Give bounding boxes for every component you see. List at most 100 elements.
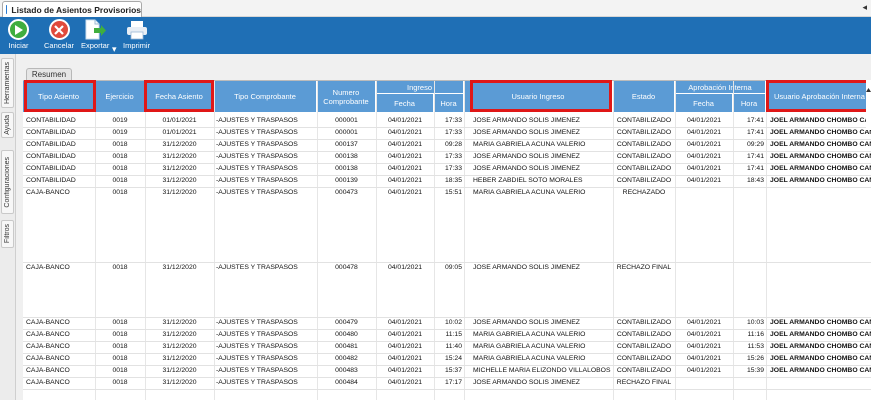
cell-usuario-ingreso: MARIA GABRIELA ACUNA VALERIO [473,343,586,350]
cell-fecha-asiento: 31/12/2020 [162,319,197,326]
row-divider [23,389,871,390]
cell-aprobacion-hora: 15:39 [746,367,764,374]
cell-aprobacion-fecha: 04/01/2021 [686,331,722,338]
tab-scroll-left-icon[interactable]: ◂ [862,2,867,13]
cell-usuario-aprobacion: JOEL ARMANDO CHOMBO CAN [770,355,871,362]
cell-tipo-comprobante: -AJUSTES Y TRASPASOS [216,129,298,136]
header-tipo-comprobante[interactable]: Tipo Comprobante [214,81,317,113]
printer-icon [125,19,149,40]
cell-estado: CONTABILIZADO [616,343,672,350]
header-aprobacion-fecha[interactable]: Fecha [675,94,733,113]
cell-tipo-comprobante: -AJUSTES Y TRASPASOS [216,331,298,338]
tab-help[interactable]: Ayuda [1,112,14,138]
cell-aprobacion-fecha: 04/01/2021 [686,319,722,326]
cell-estado: RECHAZADO [622,189,666,196]
cell-ejercicio: 0019 [112,117,128,124]
print-button[interactable]: Imprimir [123,19,150,50]
tab-summary[interactable]: Resumen [26,68,72,80]
toolbar: Iniciar Cancelar Exportar ▾ Imprimir [0,17,871,54]
table-row[interactable]: CAJA-BANCO 0018 31/12/2020 -AJUSTES Y TRASP… [23,341,871,353]
header-tipo-asiento[interactable]: Tipo Asiento [23,81,95,113]
cell-aprobacion-hora: 11:16 [747,331,764,338]
cell-estado: CONTABILIZADO [616,153,672,160]
cell-usuario-ingreso: MARIA GABRIELA ACUNA VALERIO [473,355,586,362]
cell-tipo-asiento: CONTABILIDAD [26,141,76,148]
table-row[interactable]: CAJA-BANCO 0018 31/12/2020 -AJUSTES Y TRASP… [23,262,871,317]
table-row[interactable]: CONTABILIDAD 0019 01/01/2021 -AJUSTES Y TRA… [23,115,871,127]
header-ingreso-hora[interactable]: Hora [434,94,464,113]
tab-filters[interactable]: Filtros [1,220,14,248]
cell-numero-comprobante: 000473 [335,189,358,196]
cell-ejercicio: 0018 [112,355,128,362]
cell-estado: CONTABILIZADO [616,367,672,374]
cell-fecha-asiento: 31/12/2020 [162,153,197,160]
cell-fecha-asiento: 31/12/2020 [162,189,197,196]
cell-ingreso-fecha: 04/01/2021 [387,379,423,386]
cell-ingreso-fecha: 04/01/2021 [387,129,423,136]
header-numero-comprobante[interactable]: Numero Comprobante [317,81,376,113]
header-usuario-ingreso[interactable]: Usuario Ingreso [464,81,613,113]
cell-aprobacion-hora [733,187,764,199]
cell-ejercicio: 0018 [112,343,128,350]
cell-usuario-aprobacion: JOEL ARMANDO CHOMBO CAN [770,343,871,350]
cell-tipo-asiento: CONTABILIDAD [26,117,76,124]
header-ingreso-fecha[interactable]: Fecha [376,94,434,113]
print-button-label: Imprimir [123,41,151,50]
table-row[interactable]: CONTABILIDAD 0019 01/01/2021 -AJUSTES Y TRA… [23,127,871,139]
table-row[interactable]: CONTABILIDAD 0018 31/12/2020 -AJUSTES Y TRA… [23,163,871,175]
cell-estado: CONTABILIZADO [616,355,672,362]
document-tab-label: Listado de Asientos Provisorios [11,4,141,15]
cell-ejercicio: 0018 [112,177,128,184]
tab-tools[interactable]: Herramientas [1,58,14,108]
tab-settings[interactable]: Configuraciones [1,150,14,214]
table-row[interactable]: CAJA-BANCO 0018 31/12/2020 -AJUSTES Y TRASP… [23,365,871,377]
cell-fecha-asiento: 31/12/2020 [162,343,197,350]
header-estado[interactable]: Estado [613,81,675,113]
header-ejercicio[interactable]: Ejercicio [95,81,145,113]
cell-usuario-aprobacion: JOEL ARMANDO CHOMBO CAN [770,177,871,184]
table-row[interactable]: CAJA-BANCO 0018 31/12/2020 -AJUSTES Y TRASP… [23,353,871,365]
start-button[interactable]: Iniciar [8,19,29,50]
play-icon [8,19,29,40]
table-row[interactable]: CAJA-BANCO 0018 31/12/2020 -AJUSTES Y TRASP… [23,187,871,262]
cell-usuario-aprobacion: JOEL ARMANDO CHOMBO CAN [770,319,871,326]
cell-ingreso-hora: 09:05 [444,264,462,271]
cell-tipo-asiento: CAJA-BANCO [26,379,70,386]
cell-tipo-asiento: CONTABILIDAD [26,177,76,184]
cell-aprobacion-fecha: 04/01/2021 [686,129,722,136]
cell-ejercicio: 0018 [112,264,128,271]
document-tab[interactable]: Listado de Asientos Provisorios [2,1,142,17]
cell-usuario-aprobacion: JOEL ARMANDO CHOMBO CAN [770,153,871,160]
cancel-button[interactable]: Cancelar [44,19,74,50]
table-row[interactable]: CAJA-BANCO 0018 31/12/2020 -AJUSTES Y TRASP… [23,317,871,329]
cell-fecha-asiento: 31/12/2020 [162,379,197,386]
table-row[interactable]: CONTABILIDAD 0018 31/12/2020 -AJUSTES Y TRA… [23,151,871,163]
header-aprobacion-hora[interactable]: Hora [733,94,766,113]
table-row[interactable]: CAJA-BANCO 0018 31/12/2020 -AJUSTES Y TRASP… [23,377,871,389]
cell-ingreso-hora: 17:33 [444,153,462,160]
cell-fecha-asiento: 31/12/2020 [162,141,197,148]
header-usuario-aprobacion[interactable]: Usuario Aprobación Interna [766,81,871,113]
cell-estado: CONTABILIZADO [616,129,672,136]
table-row[interactable]: CONTABILIDAD 0018 31/12/2020 -AJUSTES Y TRA… [23,139,871,151]
cell-numero-comprobante: 000479 [335,319,358,326]
export-button[interactable]: Exportar [81,19,109,50]
table-row[interactable]: CONTABILIDAD 0018 31/12/2020 -AJUSTES Y TRA… [23,175,871,187]
side-panel: Herramientas Ayuda Configuraciones Filtr… [0,54,16,400]
cell-estado: CONTABILIZADO [616,141,672,148]
cell-tipo-asiento: CONTABILIDAD [26,129,76,136]
cell-fecha-asiento: 01/01/2021 [162,117,197,124]
cell-ingreso-fecha: 04/01/2021 [387,141,423,148]
cell-usuario-aprobacion: JOEL ARMANDO CHOMBO CAN [770,367,871,374]
cell-tipo-comprobante: -AJUSTES Y TRASPASOS [216,367,298,374]
cell-tipo-comprobante: -AJUSTES Y TRASPASOS [216,319,298,326]
cell-ingreso-fecha: 04/01/2021 [387,117,423,124]
cell-fecha-asiento: 31/12/2020 [162,165,197,172]
cell-aprobacion-hora: 09:29 [746,141,764,148]
header-fecha-asiento[interactable]: Fecha Asiento [145,81,214,113]
cell-aprobacion-hora: 15:26 [746,355,764,362]
table-row[interactable]: CAJA-BANCO 0018 31/12/2020 -AJUSTES Y TRASP… [23,329,871,341]
cell-numero-comprobante: 000139 [335,177,358,184]
scroll-up-icon[interactable] [866,80,871,130]
cell-ingreso-hora: 15:37 [444,367,462,374]
